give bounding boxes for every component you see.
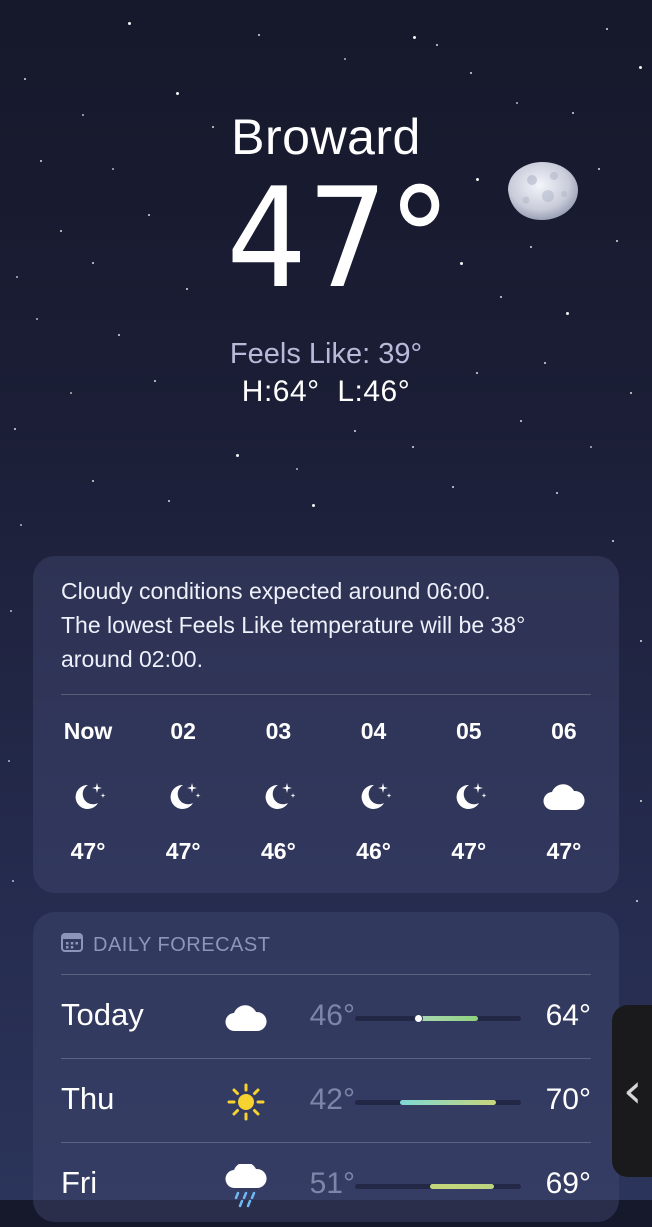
calendar-icon xyxy=(61,932,83,958)
current-temp-dot xyxy=(414,1014,424,1023)
hourly-forecast-card[interactable]: Cloudy conditions expected around 06:00.… xyxy=(33,556,619,893)
hour-time: 03 xyxy=(265,718,292,744)
temperature-range-bar xyxy=(355,1014,521,1023)
hour-time: 02 xyxy=(170,718,196,744)
hour-time: 05 xyxy=(455,718,482,744)
day-high: 70° xyxy=(545,1083,591,1116)
daily-forecast-card[interactable]: DAILY FORECAST Today 46° 64° Thu 42° 70°… xyxy=(33,912,619,1222)
moon-stars-icon xyxy=(258,762,298,832)
day-row[interactable]: Thu 42° 70° xyxy=(61,1058,591,1143)
day-low: 51° xyxy=(309,1167,355,1200)
hour-time: Now xyxy=(63,718,113,744)
forecast-summary: Cloudy conditions expected around 06:00.… xyxy=(61,574,601,676)
moon-stars-icon xyxy=(163,762,203,832)
hour-temp: 47° xyxy=(451,838,487,864)
day-high: 64° xyxy=(545,999,591,1032)
summary-line: around 02:00. xyxy=(61,646,203,672)
moon-stars-icon xyxy=(68,762,108,832)
day-name: Thu xyxy=(61,1081,115,1116)
hourly-list[interactable]: Now 47° 02 47° 03 46° 04 46° 05 47° 06 4… xyxy=(43,714,609,865)
high-low: H:64° L:46° xyxy=(241,375,411,408)
feels-like: Feels Like: 39° xyxy=(229,338,423,370)
range-fill xyxy=(418,1016,478,1021)
moon-stars-icon xyxy=(449,762,489,832)
summary-line: Cloudy conditions expected around 06:00. xyxy=(61,578,491,604)
cloud-icon xyxy=(542,762,586,832)
hour-temp: 47° xyxy=(165,838,201,864)
hour-temp: 47° xyxy=(70,838,106,864)
moon-stars-icon xyxy=(354,762,394,832)
temperature-range-bar xyxy=(355,1100,521,1105)
daily-forecast-header: DAILY FORECAST xyxy=(61,932,270,958)
hour-item: 03 46° xyxy=(233,714,323,865)
day-name: Today xyxy=(61,997,144,1032)
cloud-rain-icon xyxy=(221,1163,271,1209)
current-temperature: 47° xyxy=(226,158,452,319)
temperature-range-bar xyxy=(355,1184,521,1189)
hour-item: Now 47° xyxy=(43,714,133,865)
hour-temp: 46° xyxy=(260,838,296,864)
hour-item: 04 46° xyxy=(329,714,419,865)
day-low: 42° xyxy=(309,1083,355,1116)
chevron-left-icon: ‹ xyxy=(623,1063,643,1119)
day-high: 69° xyxy=(545,1167,591,1200)
hour-item: 02 47° xyxy=(138,714,228,865)
hour-item: 05 47° xyxy=(424,714,514,865)
day-low: 46° xyxy=(309,999,355,1032)
hour-temp: 46° xyxy=(356,838,391,864)
side-panel-handle[interactable]: ‹ xyxy=(612,1005,652,1177)
hour-time: 06 xyxy=(551,718,577,744)
range-fill xyxy=(399,1100,497,1105)
cloud-icon xyxy=(221,995,271,1041)
divider xyxy=(61,694,591,695)
hour-item: 06 47° xyxy=(519,714,609,865)
summary-line: The lowest Feels Like temperature will b… xyxy=(61,612,526,638)
hour-temp: 47° xyxy=(546,838,582,864)
sun-icon xyxy=(221,1079,271,1125)
daily-forecast-title: DAILY FORECAST xyxy=(93,933,271,956)
day-row[interactable]: Today 46° 64° xyxy=(61,974,591,1059)
hour-time: 04 xyxy=(360,718,387,744)
day-row[interactable]: Fri 51° 69° xyxy=(61,1142,591,1227)
day-name: Fri xyxy=(61,1165,98,1200)
range-fill xyxy=(429,1184,495,1189)
